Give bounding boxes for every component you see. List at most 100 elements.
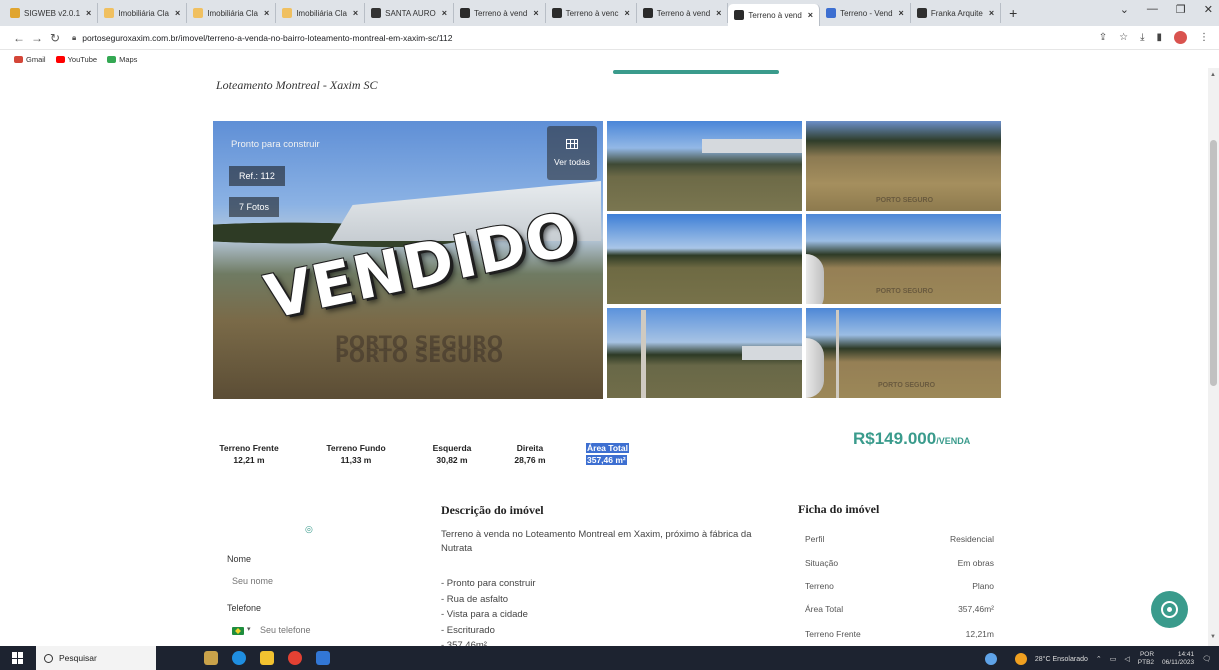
spec-total-value: 357,46 m² — [586, 455, 627, 465]
browser-tab[interactable]: Terreno à vend × — [637, 3, 729, 23]
sidepanel-icon[interactable]: ▮ — [1156, 32, 1162, 43]
page-content: Loteamento Montreal - Xaxim SC Pronto pa… — [0, 68, 1208, 646]
thumbnail-2[interactable]: PORTO SEGURO — [806, 121, 1001, 211]
download-icon[interactable]: ⤓ — [1140, 32, 1144, 43]
bookmark-star-icon[interactable]: ☆ — [1119, 32, 1128, 43]
thumbnail-5[interactable] — [607, 308, 802, 398]
tray-chevron-icon[interactable]: ⌃ — [1096, 655, 1102, 663]
bookmark-item[interactable]: YouTube — [55, 55, 97, 64]
tab-close-icon[interactable]: × — [264, 8, 269, 18]
weather-icon[interactable] — [1014, 653, 1027, 665]
chrome-icon[interactable] — [288, 651, 302, 665]
tab-label: SANTA AURO — [385, 8, 436, 18]
list-item: - Vista para a cidade — [441, 609, 528, 620]
network-icon[interactable]: ▭ — [1110, 655, 1117, 663]
tab-label: Terreno - Vend — [840, 8, 893, 18]
taskbar-search[interactable]: Pesquisar — [36, 646, 156, 670]
forward-arrow-icon[interactable]: → — [28, 31, 46, 45]
browser-tab[interactable]: Terreno à vend × — [454, 3, 546, 23]
tab-close-icon[interactable]: × — [899, 8, 904, 18]
notifications-icon[interactable]: 🗨︎ — [1202, 655, 1211, 663]
description-title: Descrição do imóvel — [441, 503, 544, 517]
tab-favicon-icon — [551, 8, 562, 18]
ref-tag: Ref.: 112 — [229, 166, 285, 186]
store-icon[interactable] — [316, 651, 330, 665]
browser-tab[interactable]: SANTA AURO × — [365, 3, 454, 23]
weather-text[interactable]: 28°C Ensolarado — [1035, 656, 1088, 663]
app-tray-icon[interactable] — [984, 653, 997, 665]
file-explorer-icon[interactable] — [260, 651, 274, 665]
menu-dots-icon[interactable]: ⋮ — [1199, 32, 1209, 43]
scroll-up-icon[interactable]: ▲ — [1210, 72, 1216, 78]
restore-button[interactable]: ❐ — [1176, 3, 1186, 16]
bookmark-item[interactable]: Gmail — [14, 55, 46, 64]
tab-close-icon[interactable]: × — [808, 10, 813, 20]
tab-close-icon[interactable]: × — [353, 8, 358, 18]
tab-close-icon[interactable]: × — [989, 8, 994, 18]
list-item: - Pronto para construir — [441, 578, 536, 589]
tab-favicon-icon — [826, 8, 837, 18]
new-tab-button[interactable]: + — [1001, 5, 1025, 21]
tab-label: Imobiliária Cla — [207, 8, 258, 18]
ficha-row: Perfil Residencial — [805, 534, 994, 544]
name-input[interactable] — [227, 572, 397, 590]
tab-close-icon[interactable]: × — [86, 8, 91, 18]
list-item: - Escriturado — [441, 624, 495, 636]
browser-tab[interactable]: Franka Arquite × — [911, 3, 1002, 23]
back-arrow-icon[interactable]: ← — [10, 31, 28, 45]
bookmark-item[interactable]: Maps — [107, 55, 137, 64]
search-icon — [44, 653, 53, 663]
close-window-button[interactable]: ✕ — [1204, 3, 1213, 16]
whatsapp-icon[interactable]: ◎ — [305, 524, 313, 535]
url-field[interactable]: 🔒︎ portoseguroxaxim.com.br/imovel/terren… — [72, 33, 452, 43]
tab-favicon-icon — [642, 8, 653, 18]
clock[interactable]: 14:41 06/11/2023 — [1162, 651, 1194, 667]
chevron-down-icon[interactable]: ▾ — [247, 625, 251, 633]
tab-favicon-icon — [734, 10, 745, 20]
whatsapp-icon — [1161, 601, 1178, 618]
thumbnail-4[interactable]: PORTO SEGURO — [806, 214, 1001, 304]
tab-search-icon[interactable]: ⌄ — [1120, 3, 1129, 16]
scrollbar-thumb[interactable] — [1210, 140, 1217, 386]
whatsapp-float-button[interactable] — [1151, 591, 1188, 628]
widgets-icon[interactable] — [204, 651, 218, 665]
browser-tab[interactable]: SIGWEB v2.0.1 × — [4, 3, 99, 23]
spec-left: Esquerda 30,82 m — [432, 443, 472, 465]
phone-input[interactable] — [255, 621, 395, 639]
tab-favicon-icon — [104, 8, 115, 18]
edge-icon[interactable] — [232, 651, 246, 665]
reload-icon[interactable]: ↻ — [46, 31, 64, 45]
browser-tab[interactable]: Terreno à venc × — [546, 3, 637, 23]
thumbnail-3[interactable] — [607, 214, 802, 304]
thumbnail-1[interactable] — [607, 121, 802, 211]
windows-taskbar: Pesquisar 28°C Ensolarado ⌃ ▭ ◁ POR PTB2… — [0, 646, 1219, 670]
browser-tab[interactable]: Imobiliária Cla × — [98, 3, 188, 23]
browser-tab[interactable]: Imobiliária Cla × — [187, 3, 277, 23]
browser-tab[interactable]: Imobiliária Cla × — [276, 3, 366, 23]
tab-strip: SIGWEB v2.0.1 × Imobiliária Cla × Imobiliári… — [0, 0, 1219, 26]
profile-avatar[interactable] — [1174, 31, 1187, 44]
spec-front: Terreno Frente 12,21 m — [219, 443, 279, 465]
tab-close-icon[interactable]: × — [625, 8, 630, 18]
minimize-button[interactable]: — — [1147, 3, 1158, 16]
spec-total-area: Área Total 357,46 m² — [586, 442, 638, 466]
browser-tab[interactable]: Terreno à vend × — [728, 4, 821, 26]
tab-close-icon[interactable]: × — [442, 8, 447, 18]
view-all-button[interactable]: Ver todas — [547, 126, 597, 180]
photos-count-tag[interactable]: 7 Fotos — [229, 197, 280, 217]
thumbnail-6[interactable]: PORTO SEGURO — [806, 308, 1001, 398]
tab-close-icon[interactable]: × — [175, 8, 180, 18]
lang-indicator[interactable]: POR PTB2 — [1138, 651, 1154, 667]
start-button[interactable] — [0, 646, 36, 670]
tab-close-icon[interactable]: × — [716, 8, 721, 18]
share-icon[interactable]: ⇪ — [1099, 32, 1107, 43]
main-photo[interactable]: Pronto para construir Ref.: 112 7 Fotos … — [213, 121, 603, 399]
tab-close-icon[interactable]: × — [533, 8, 538, 18]
browser-tab[interactable]: Terreno - Vend × — [820, 3, 911, 23]
tab-favicon-icon — [10, 8, 20, 18]
volume-icon[interactable]: ◁ — [1124, 655, 1129, 663]
page-scrollbar[interactable]: ▲ ▼ — [1208, 68, 1219, 646]
phone-label: Telefone — [227, 603, 262, 613]
scroll-down-icon[interactable]: ▼ — [1210, 634, 1216, 640]
brazil-flag-icon[interactable] — [232, 627, 244, 635]
